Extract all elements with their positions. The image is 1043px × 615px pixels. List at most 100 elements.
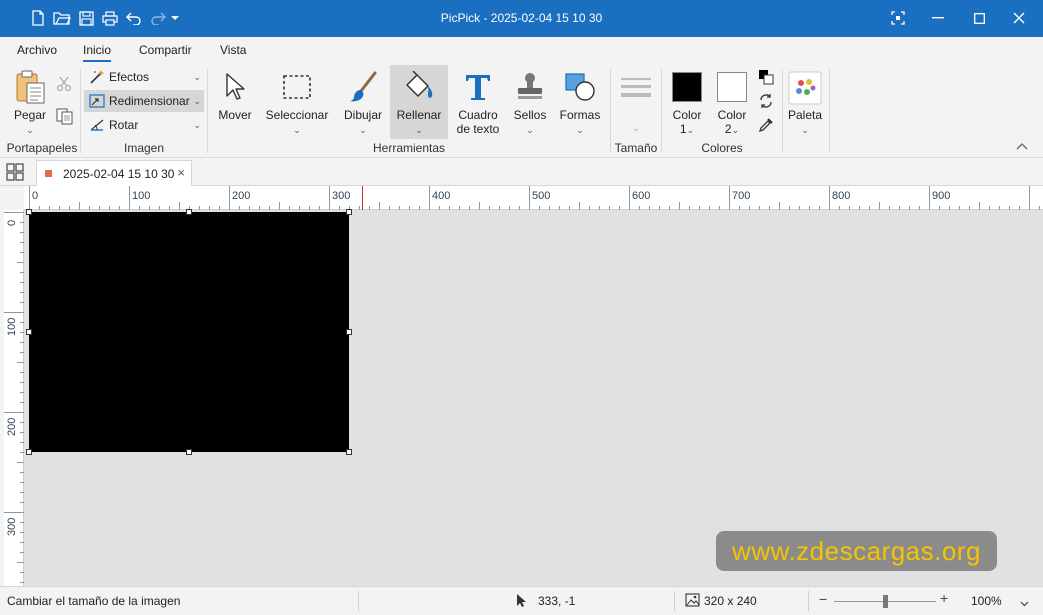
close-tab-icon[interactable]: × <box>177 165 185 180</box>
chevron-down-icon[interactable] <box>1020 596 1029 610</box>
eyedropper-icon[interactable] <box>758 117 776 135</box>
group-label-colores: Colores <box>701 141 743 155</box>
resize-handle-top-left[interactable] <box>26 209 32 215</box>
palette-icon <box>786 70 824 106</box>
shapes-icon <box>558 69 602 105</box>
ribbon-separator <box>610 69 611 153</box>
group-label-herramientas: Herramientas <box>372 141 446 155</box>
collapse-ribbon-icon[interactable] <box>1016 139 1030 153</box>
image-size: 320 x 240 <box>704 594 757 608</box>
title-bar: PicPick - 2025-02-04 15 10 30 <box>0 0 1043 37</box>
status-divider <box>808 591 809 611</box>
copy-icon[interactable] <box>56 108 74 126</box>
color1-button[interactable]: Color 1⌄ <box>669 65 705 139</box>
minimize-button[interactable] <box>920 6 956 30</box>
vertical-ruler: 0 100 200 300 <box>4 210 24 586</box>
ruler-label-h: 400 <box>432 190 451 202</box>
line-width-icon <box>616 69 656 105</box>
tab-compartir[interactable]: Compartir <box>139 43 192 57</box>
stamps-tool-button[interactable]: Sellos ⌄ <box>508 65 552 139</box>
resize-handle-bottom-right[interactable] <box>346 449 352 455</box>
zoom-out-button[interactable]: − <box>819 591 827 607</box>
zoom-slider-track[interactable] <box>834 595 936 608</box>
resize-handle-bottom-left[interactable] <box>26 449 32 455</box>
ribbon-separator <box>80 69 81 153</box>
brush-icon <box>341 69 385 105</box>
horizontal-ruler: 0 100 200 300 400 500 600 700 800 900 <box>24 186 1043 210</box>
marquee-select-icon <box>266 69 328 105</box>
ruler-label-h: 800 <box>832 190 851 202</box>
ribbon-separator <box>661 69 662 153</box>
palette-button[interactable]: Paleta ⌄ <box>786 65 824 139</box>
maximize-button[interactable] <box>961 6 997 30</box>
fill-tool-button[interactable]: Rellenar ⌄ <box>390 65 448 139</box>
grid-view-icon[interactable] <box>6 163 28 181</box>
shapes-tool-button[interactable]: Formas ⌄ <box>558 65 602 139</box>
swap-colors-icon[interactable] <box>758 93 776 111</box>
cut-icon[interactable] <box>56 76 74 94</box>
cursor-position: 333, -1 <box>538 594 576 608</box>
status-divider <box>674 591 675 611</box>
effects-button[interactable]: Efectos ⌄ <box>84 66 204 88</box>
chevron-down-icon: ⌄ <box>526 125 534 135</box>
resize-handle-top-right[interactable] <box>346 209 352 215</box>
chevron-down-icon: ⌄ <box>576 125 584 135</box>
close-button[interactable] <box>1001 6 1037 30</box>
paste-button[interactable]: Pegar ⌄ <box>8 65 52 139</box>
tab-inicio[interactable]: Inicio <box>83 43 112 62</box>
resize-handle-top[interactable] <box>186 209 192 215</box>
ribbon-separator <box>829 69 830 153</box>
tab-vista[interactable]: Vista <box>220 43 246 57</box>
rotate-icon <box>88 117 106 133</box>
zoom-level[interactable]: 100% <box>971 594 1002 608</box>
stamp-icon <box>508 69 552 105</box>
document-tab-bar: 2025-02-04 15 10 30 × <box>0 158 1043 186</box>
text-t-icon <box>455 69 501 105</box>
resize-handle-left[interactable] <box>26 329 32 335</box>
resize-handle-bottom[interactable] <box>186 449 192 455</box>
image-canvas[interactable] <box>29 212 349 452</box>
draw-tool-button[interactable]: Dibujar ⌄ <box>341 65 385 139</box>
canvas-area[interactable] <box>24 209 1043 586</box>
ruler-label-h: 700 <box>732 190 751 202</box>
chevron-down-icon: ⌄ <box>193 95 201 106</box>
chevron-down-icon: ⌄ <box>193 71 201 82</box>
watermark: www.zdescargas.org <box>716 531 997 571</box>
color2-button[interactable]: Color 2⌄ <box>713 65 751 139</box>
chevron-down-icon: ⌄ <box>415 125 423 135</box>
clipboard-icon <box>8 69 52 105</box>
default-colors-icon[interactable] <box>758 69 776 87</box>
image-size-icon <box>685 593 700 610</box>
group-label-imagen: Imagen <box>123 141 165 155</box>
resize-handle-right[interactable] <box>346 329 352 335</box>
size-button[interactable]: ⌄ <box>616 65 656 139</box>
chevron-down-icon: ⌄ <box>359 125 367 135</box>
cursor-arrow-icon <box>213 69 257 105</box>
zoom-slider-thumb[interactable] <box>882 595 888 608</box>
capture-icon[interactable] <box>880 6 916 30</box>
chevron-down-icon: ⌄ <box>193 119 201 130</box>
paint-bucket-icon <box>390 69 448 105</box>
resize-button[interactable]: Redimensionar ⌄ <box>84 90 204 112</box>
zoom-in-button[interactable]: + <box>940 590 948 606</box>
rotate-button[interactable]: Rotar ⌄ <box>84 114 204 136</box>
resize-icon <box>88 93 106 109</box>
status-message: Cambiar el tamaño de la imagen <box>7 594 181 608</box>
ruler-label-h: 600 <box>632 190 651 202</box>
document-tab-icon <box>45 170 52 177</box>
ruler-label-h: 300 <box>332 190 351 202</box>
menu-tabs: Archivo Inicio Compartir Vista <box>0 37 1043 63</box>
ruler-label-h: 200 <box>232 190 251 202</box>
text-box-tool-button[interactable]: Cuadro de texto <box>455 65 501 139</box>
select-tool-button[interactable]: Seleccionar ⌄ <box>266 65 328 139</box>
chevron-down-icon: ⌄ <box>293 125 301 135</box>
ruler-label-h: 0 <box>32 190 39 202</box>
document-tab-label: 2025-02-04 15 10 30 <box>63 167 175 181</box>
group-label-tamano: Tamaño <box>614 141 658 155</box>
ruler-corner <box>0 186 24 210</box>
ribbon: Pegar ⌄ Portapapeles Efectos ⌄ Redimensi… <box>0 63 1043 158</box>
tab-archivo[interactable]: Archivo <box>17 43 57 57</box>
move-tool-button[interactable]: Mover <box>213 65 257 139</box>
document-tab[interactable]: 2025-02-04 15 10 30 × <box>36 160 192 186</box>
status-divider <box>358 591 359 611</box>
